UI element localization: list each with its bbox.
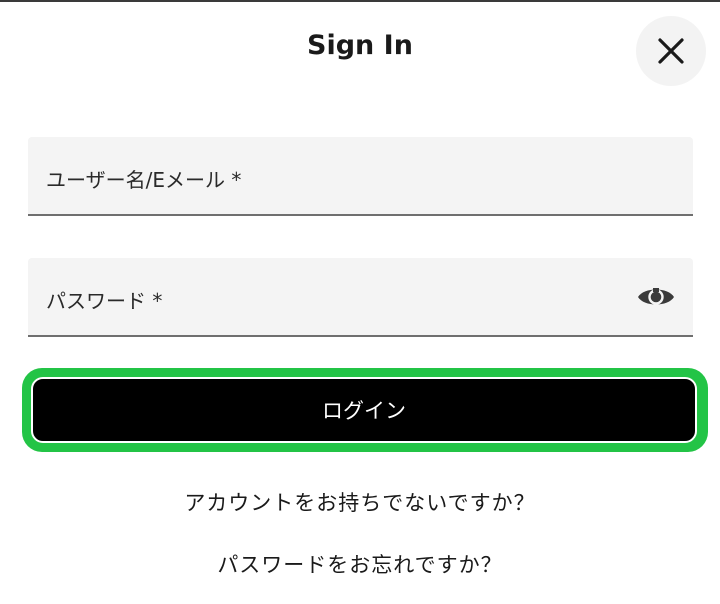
login-button[interactable]: ログイン [31, 377, 697, 443]
close-icon [657, 37, 685, 65]
close-button[interactable] [636, 16, 706, 86]
password-input[interactable] [28, 258, 693, 335]
username-input[interactable] [28, 137, 693, 214]
show-password-button[interactable] [634, 280, 678, 314]
top-divider [0, 0, 720, 2]
eye-icon [636, 284, 676, 310]
username-field[interactable]: ユーザー名/Eメール * [28, 137, 693, 216]
signup-link[interactable]: アカウントをお持ちでないですか？ [0, 487, 720, 517]
forgot-password-link[interactable]: パスワードをお忘れですか？ [0, 549, 720, 579]
password-field[interactable]: パスワード * [28, 258, 693, 337]
page-title: Sign In [307, 30, 413, 61]
